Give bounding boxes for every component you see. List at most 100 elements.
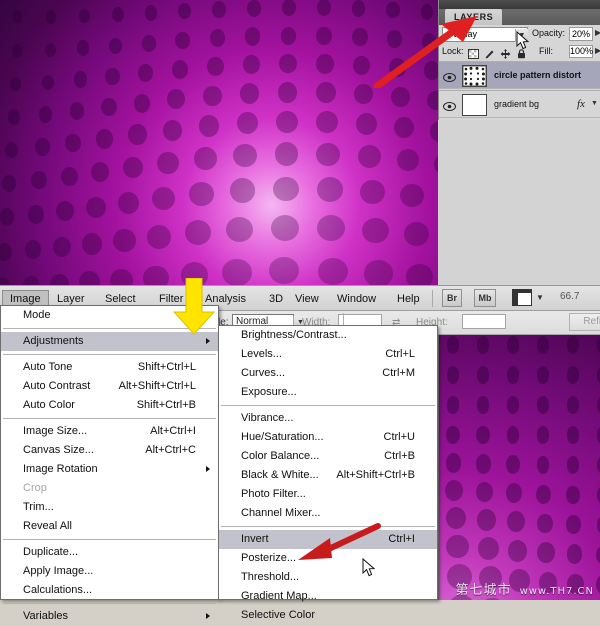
mini-bridge-button[interactable]: Mb [474, 289, 496, 307]
adjustments-menu-item-black-white[interactable]: Black & White...Alt+Shift+Ctrl+B [219, 466, 437, 485]
image-menu-item-reveal-all[interactable]: Reveal All [1, 517, 218, 536]
menubar-item-3d[interactable]: 3D [262, 290, 290, 308]
adjustments-menu-item-vibrance[interactable]: Vibrance... [219, 409, 437, 428]
fill-label: Fill: [539, 46, 553, 56]
image-menu-item-auto-contrast[interactable]: Auto Contrast Alt+Shift+Ctrl+L [1, 377, 218, 396]
menu-separator [3, 539, 216, 540]
image-menu-item-trim[interactable]: Trim... [1, 498, 218, 517]
panel-titlebar [439, 0, 600, 9]
adjustments-menu-item-curves[interactable]: Curves...Ctrl+M [219, 364, 437, 383]
menu-item-label: Channel Mixer... [241, 507, 320, 519]
red-arrow-to-blend-mode [373, 14, 483, 88]
lock-image-brush-icon[interactable] [484, 46, 495, 56]
menubar-item-help[interactable]: Help [390, 290, 427, 308]
red-arrow-to-invert [296, 522, 382, 562]
watermark: 第七城市 www.TH7.CN [456, 579, 594, 598]
menu-item-label: Image Rotation [23, 463, 98, 475]
opacity-input[interactable]: 20% [569, 27, 593, 41]
chevron-down-icon[interactable]: ▼ [536, 293, 544, 302]
menu-item-label: Apply Image... [23, 565, 93, 577]
menubar-item-view[interactable]: View [288, 290, 326, 308]
menu-item-shortcut: Ctrl+B [384, 447, 415, 466]
menu-item-shortcut: Shift+Ctrl+L [138, 358, 196, 377]
menubar-divider [432, 290, 433, 307]
watermark-text: 第七城市 [456, 583, 512, 598]
image-menu-item-apply-image[interactable]: Apply Image... [1, 562, 218, 581]
menu-item-label: Gradient Map... [241, 590, 317, 602]
submenu-arrow-icon [206, 466, 210, 472]
menu-item-label: Duplicate... [23, 546, 78, 558]
menu-item-label: Vibrance... [241, 412, 293, 424]
fill-input[interactable]: 100% [569, 45, 593, 58]
adjustments-menu-item-threshold[interactable]: Threshold... [219, 568, 437, 587]
menu-item-label: Levels... [241, 348, 282, 360]
image-menu-item-canvas-size[interactable]: Canvas Size... Alt+Ctrl+C [1, 441, 218, 460]
menu-item-shortcut: Ctrl+M [382, 364, 415, 383]
layer-name[interactable]: gradient bg [494, 99, 539, 109]
submenu-arrow-icon [206, 613, 210, 619]
watermark-url: www.TH7.CN [520, 586, 594, 597]
table-row[interactable]: gradient bg fx ▼ [439, 90, 600, 118]
menu-item-label: Posterize... [241, 552, 296, 564]
layer-name[interactable]: circle pattern distort [494, 70, 581, 80]
yellow-arrow-to-adjustments [173, 278, 215, 336]
image-menu-item-crop: Crop [1, 479, 218, 498]
menu-item-label: Hue/Saturation... [241, 431, 324, 443]
menu-item-shortcut: Ctrl+L [385, 345, 415, 364]
menu-item-label: Auto Tone [23, 361, 72, 373]
menu-item-label: Auto Contrast [23, 380, 90, 392]
adjustments-menu-item-hue-saturation[interactable]: Hue/Saturation... Ctrl+U [219, 428, 437, 447]
adjustments-menu-item-gradient-map[interactable]: Gradient Map... [219, 587, 437, 606]
adjustments-menu-item-color-balance[interactable]: Color Balance... Ctrl+B [219, 447, 437, 466]
image-menu-item-auto-tone[interactable]: Auto Tone Shift+Ctrl+L [1, 358, 218, 377]
fill-stepper-icon[interactable]: ▶ [595, 46, 600, 55]
lock-position-move-icon[interactable] [500, 46, 511, 56]
refine-edge-button[interactable]: Refine Edge... [569, 313, 600, 331]
menu-item-label: Reveal All [23, 520, 72, 532]
menu-item-label: Mode [23, 309, 51, 321]
menu-item-shortcut: Alt+Shift+Ctrl+L [119, 377, 196, 396]
menu-item-label: Color Balance... [241, 450, 319, 462]
image-menu-dropdown[interactable]: ModeAdjustmentsAuto ToneShift+Ctrl+LAuto… [0, 305, 219, 600]
layer-effects-icon[interactable]: fx [577, 98, 585, 110]
menubar-item-window[interactable]: Window [330, 290, 383, 308]
adjustments-menu-item-levels[interactable]: Levels... Ctrl+L [219, 345, 437, 364]
menu-item-shortcut: Shift+Ctrl+B [137, 396, 196, 415]
layer-thumbnail[interactable] [462, 94, 487, 116]
menu-separator [3, 354, 216, 355]
image-menu-item-image-rotation[interactable]: Image Rotation [1, 460, 218, 479]
menu-item-shortcut: Alt+Ctrl+I [150, 422, 196, 441]
menu-item-shortcut: Ctrl+U [384, 428, 415, 447]
document-canvas-lower[interactable] [438, 330, 600, 600]
image-menu-item-calculations[interactable]: Calculations... [1, 581, 218, 600]
menu-item-shortcut: Ctrl+I [388, 530, 415, 549]
photoshop-window: 第七城市www.TH7.CN LAYERS Overlay ▼ Opacity:… [0, 0, 600, 600]
screen-mode-icon[interactable] [512, 289, 532, 311]
menu-item-label: Crop [23, 482, 47, 494]
adjustments-menu-item-brightness-contrast[interactable]: Brightness/Contrast... [219, 326, 437, 345]
image-menu-item-variables[interactable]: Variables [1, 607, 218, 626]
adjustments-menu-item-photo-filter[interactable]: Photo Filter... [219, 485, 437, 504]
opacity-stepper-icon[interactable]: ▶ [595, 28, 600, 37]
menu-item-label: Canvas Size... [23, 444, 94, 456]
image-menu-item-image-size[interactable]: Image Size...Alt+Ctrl+I [1, 422, 218, 441]
image-menu-item-duplicate[interactable]: Duplicate... [1, 543, 218, 562]
adjustments-menu-item-selective-color[interactable]: Selective Color [219, 606, 437, 625]
menu-item-label: Auto Color [23, 399, 75, 411]
menu-item-label: Selective Color [241, 609, 315, 621]
menu-item-shortcut: Alt+Ctrl+C [145, 441, 196, 460]
image-menu-item-auto-color[interactable]: Auto Color Shift+Ctrl+B [1, 396, 218, 415]
menu-item-label: Photo Filter... [241, 488, 306, 500]
menu-separator [3, 418, 216, 419]
bridge-button[interactable]: Br [442, 289, 462, 307]
zoom-level: 66.7 [560, 291, 579, 302]
height-input[interactable] [462, 314, 506, 329]
mouse-cursor [516, 31, 530, 55]
menu-item-label: Threshold... [241, 571, 299, 583]
adjustments-menu-item-channel-mixer[interactable]: Channel Mixer... [219, 504, 437, 523]
adjustments-menu-item-exposure[interactable]: Exposure... [219, 383, 437, 402]
eye-visibility-icon[interactable] [443, 99, 456, 110]
menu-item-shortcut: Alt+Shift+Ctrl+B [336, 466, 415, 485]
menu-item-label: Exposure... [241, 386, 297, 398]
chevron-down-icon[interactable]: ▼ [591, 100, 598, 107]
